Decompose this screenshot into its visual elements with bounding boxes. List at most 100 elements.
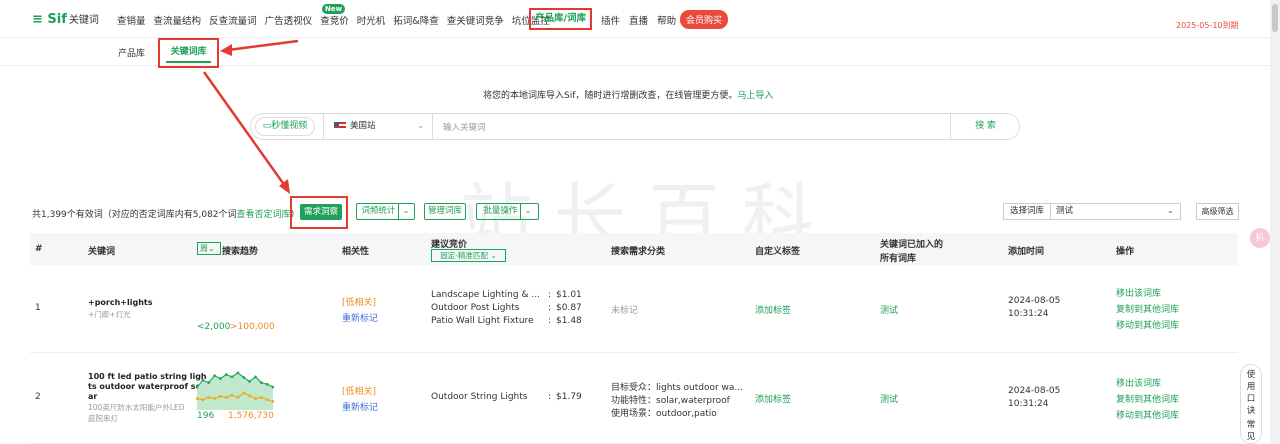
word-freq-button[interactable]: 词频统计 ⌄ <box>356 203 415 220</box>
advanced-filter-button[interactable]: 高级筛选 <box>1196 203 1239 220</box>
chevron-down-icon: ⌄ <box>1166 206 1174 216</box>
add-time: 10:31:24 <box>1008 399 1049 409</box>
nav-item[interactable]: 时光机 <box>357 16 386 27</box>
trend-point <box>259 396 263 399</box>
trend-point <box>207 396 211 399</box>
search-button[interactable]: 搜 索 <box>950 114 1020 139</box>
keyword-cn: +门廊+灯光 <box>88 310 131 319</box>
nav-item[interactable]: 查关键词竞争 <box>447 16 504 27</box>
trend-point <box>218 394 222 398</box>
nav-item[interactable]: 查销量 <box>117 16 146 27</box>
scrollbar-thumb[interactable] <box>1272 4 1278 32</box>
remove-from-lib-link[interactable]: 移出该词库 <box>1116 286 1161 299</box>
trend-point <box>265 398 269 402</box>
nav-item-plugin[interactable]: 插件 <box>601 16 620 27</box>
col-relevance: 相关性 <box>342 247 370 257</box>
trend-point <box>224 396 228 399</box>
bid-colon: : <box>548 303 552 313</box>
manage-lib-button[interactable]: 管理词库 <box>424 203 466 220</box>
demand-audience: 目标受众：lights outdoor wa... <box>611 383 743 393</box>
search-range-low: <2,000 <box>197 322 231 332</box>
trend-point <box>248 380 252 383</box>
logo[interactable]: ≡ Sif 关键词 <box>32 11 99 27</box>
chevron-down-icon[interactable]: ⌄ <box>520 204 532 219</box>
col-libs-2: 所有词库 <box>880 254 917 264</box>
move-to-lib-link[interactable]: 移动到其他词库 <box>1116 318 1179 331</box>
nav-item[interactable]: 查流量结构 <box>154 16 202 27</box>
trend-point <box>242 391 246 395</box>
lib-name[interactable]: 测试 <box>880 303 898 316</box>
top-navbar: ≡ Sif 关键词 查销量 查流量结构 反查流量词 广告透视仪 查竞价 时光机 拓… <box>0 0 1270 38</box>
secondary-nav: 插件 直播 帮助 <box>601 13 682 27</box>
add-date: 2024-08-05 <box>1008 386 1061 396</box>
bid-name: Patio Wall Light Fixture <box>431 316 534 326</box>
copy-to-lib-link[interactable]: 复制到其他词库 <box>1116 392 1179 405</box>
keyword-line-2[interactable]: ts outdoor waterproof sol <box>88 382 204 391</box>
nav-item[interactable]: 反查流量词 <box>209 16 257 27</box>
bid-colon: : <box>548 392 552 402</box>
trend-point <box>248 394 252 398</box>
nav-item-live[interactable]: 直播 <box>629 16 648 27</box>
lib-select[interactable]: 测试 ⌄ <box>1051 203 1181 220</box>
demand-scene: 使用场景：outdoor,patio <box>611 409 717 419</box>
col-idx: # <box>35 244 43 254</box>
nav-item[interactable]: 拓词&降查 <box>393 16 438 27</box>
trend-point <box>236 371 240 375</box>
vip-purchase-button[interactable]: 会员购买 <box>680 10 729 29</box>
nav-item[interactable]: 广告透视仪 <box>265 16 313 27</box>
bid-name: Outdoor Post Lights <box>431 303 520 313</box>
col-ops: 操作 <box>1116 247 1135 257</box>
bid-match-select[interactable]: 固定-精准匹配 ⌄ <box>431 249 506 262</box>
nav-item-product-keyword-lib[interactable]: 产品库/词库 <box>529 8 592 30</box>
batch-ops-button[interactable]: 批量操作 ⌄ <box>476 203 539 220</box>
trend-max: 1,576,730 <box>228 411 274 421</box>
trend-point <box>236 396 240 399</box>
keyword-cn-1: 100英尺防水太阳能户外LED <box>88 403 185 412</box>
add-time: 10:31:24 <box>1008 309 1049 319</box>
move-to-lib-link[interactable]: 移动到其他词库 <box>1116 408 1179 421</box>
add-tag-link[interactable]: 添加标签 <box>755 392 791 405</box>
trend-point <box>213 397 216 400</box>
row-idx: 1 <box>35 303 41 313</box>
row-idx: 2 <box>35 392 41 402</box>
add-tag-link[interactable]: 添加标签 <box>755 303 791 316</box>
nav-item-help[interactable]: 帮助 <box>657 16 676 27</box>
trend-point <box>213 374 216 378</box>
trend-sparkline <box>196 371 274 410</box>
import-now-link[interactable]: 马上导入 <box>737 91 773 101</box>
remark-link[interactable]: 重新标记 <box>342 311 378 324</box>
copy-to-lib-link[interactable]: 复制到其他词库 <box>1116 302 1179 315</box>
trend-point <box>265 382 269 386</box>
new-badge: New <box>322 4 346 14</box>
keyword-cn-2: 庭院串灯 <box>88 414 118 423</box>
keyword-line-3[interactable]: ar <box>88 392 97 401</box>
chevron-down-icon: ⌄ <box>416 121 424 131</box>
chevron-down-icon[interactable]: ⌄ <box>398 204 410 219</box>
keyword-line-1[interactable]: 100 ft led patio string ligh <box>88 372 207 381</box>
remove-from-lib-link[interactable]: 移出该词库 <box>1116 376 1161 389</box>
site-select[interactable]: 美国站 ⌄ <box>323 114 433 139</box>
negative-lib-link[interactable]: 查看否定词库 <box>237 210 291 220</box>
remark-link[interactable]: 重新标记 <box>342 400 378 413</box>
assistant-icon[interactable]: 扒 <box>1250 228 1270 248</box>
us-flag-icon <box>334 121 346 130</box>
keyword-input[interactable]: 输入关键词 <box>443 121 486 133</box>
nav-item[interactable]: 查竞价 <box>320 16 349 27</box>
scrollbar[interactable] <box>1270 0 1280 444</box>
demand-insight-button[interactable]: 需求洞察 <box>300 204 342 220</box>
lib-name[interactable]: 测试 <box>880 392 898 405</box>
keyword[interactable]: +porch+lights <box>88 298 153 307</box>
add-date: 2024-08-05 <box>1008 296 1061 306</box>
usage-tip-panel[interactable]: 使用口诀 常见 <box>1240 364 1262 444</box>
bid-price: $1.01 <box>556 290 582 300</box>
bid-price: $1.79 <box>556 392 582 402</box>
period-select[interactable]: 周⌄ <box>197 242 221 255</box>
col-keyword: 关键词 <box>88 247 116 257</box>
trend-point <box>254 375 257 379</box>
relevance-tag: [低相关] <box>342 298 377 308</box>
tab-product-lib[interactable]: 产品库 <box>118 46 145 59</box>
video-button[interactable]: ▭秒懂视频 <box>255 117 315 136</box>
bid-colon: : <box>548 290 552 300</box>
arrow-head <box>530 28 544 44</box>
trend-min: 196 <box>197 411 215 421</box>
